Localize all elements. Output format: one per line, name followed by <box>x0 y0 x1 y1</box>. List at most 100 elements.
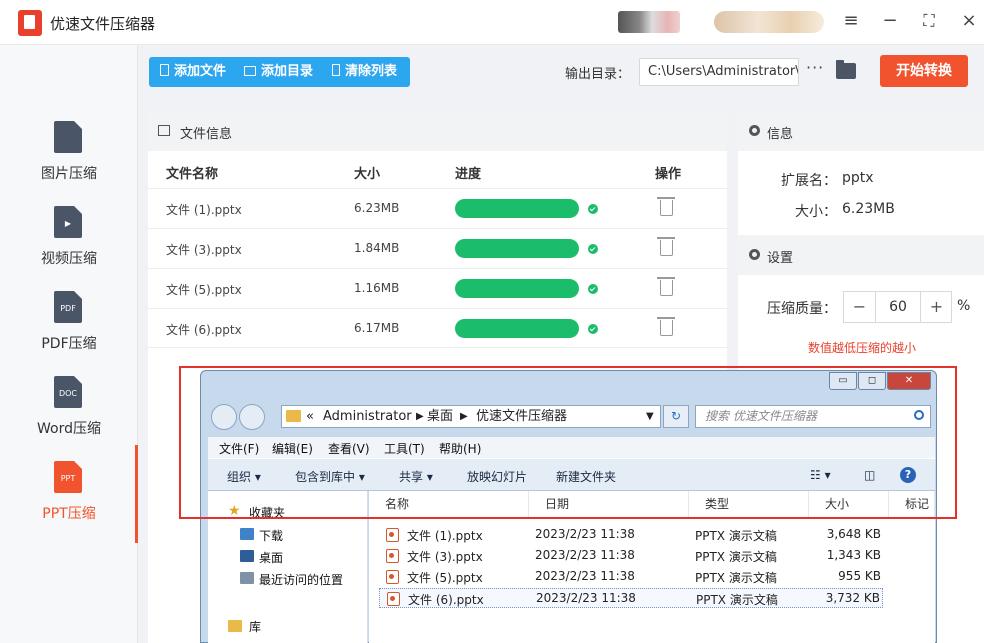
file-type: PPTX 演示文稿 <box>695 550 777 564</box>
sidebar-item-image[interactable]: 图片压缩 <box>0 121 138 206</box>
file-date: 2023/2/23 11:38 <box>536 591 636 605</box>
sidebar-item-label: PDF压缩 <box>41 336 97 352</box>
gear-icon <box>749 249 760 260</box>
file-row[interactable]: 文件 (6).pptx 2023/2/23 11:38 PPTX 演示文稿 3,… <box>379 588 883 608</box>
file-date: 2023/2/23 11:38 <box>535 569 635 583</box>
quality-input[interactable]: 60 <box>875 292 921 322</box>
file-type: PPTX 演示文稿 <box>695 571 777 585</box>
progress-bar <box>455 319 579 338</box>
gear-icon <box>749 125 760 136</box>
file-name: 文件 (5).pptx <box>407 571 483 585</box>
progress-bar <box>455 279 579 298</box>
check-icon <box>588 244 598 254</box>
table-row[interactable]: 文件 (6).pptx 6.17MB <box>148 308 727 348</box>
user-name[interactable] <box>714 11 824 33</box>
file-row[interactable]: 文件 (5).pptx 2023/2/23 11:38 PPTX 演示文稿 95… <box>379 567 883 587</box>
sidebar-item-video[interactable]: ▶ 视频压缩 <box>0 206 138 291</box>
minimize-icon[interactable]: − <box>879 10 901 32</box>
file-name: 文件 (6).pptx <box>408 593 484 607</box>
pptx-file-icon <box>386 570 399 584</box>
file-size: 1.84MB <box>354 241 400 255</box>
decrease-button[interactable]: − <box>844 292 875 322</box>
nav-desktop[interactable]: 桌面 <box>259 549 283 566</box>
image-icon <box>158 125 170 136</box>
pptx-file-icon <box>386 528 399 542</box>
trash-icon[interactable] <box>657 197 675 216</box>
file-panel-header: 文件信息 <box>148 111 727 151</box>
trash-icon <box>332 64 340 76</box>
title-bar: 优速文件压缩器 ≡ − ⛶ × <box>0 0 984 45</box>
video-file-icon: ▶ <box>54 206 82 238</box>
sidebar-item-pdf[interactable]: PDF PDF压缩 <box>0 291 138 376</box>
quality-label: 压缩质量： <box>767 301 837 317</box>
close-icon[interactable]: × <box>958 10 980 32</box>
trash-icon[interactable] <box>657 237 675 256</box>
pptx-file-icon <box>387 592 400 606</box>
file-row[interactable]: 文件 (1).pptx 2023/2/23 11:38 PPTX 演示文稿 3,… <box>379 525 883 545</box>
file-row[interactable]: 文件 (3).pptx 2023/2/23 11:38 PPTX 演示文稿 1,… <box>379 546 883 566</box>
file-name: 文件 (6).pptx <box>166 323 242 337</box>
table-row[interactable]: 文件 (3).pptx 1.84MB <box>148 228 727 268</box>
file-type: PPTX 演示文稿 <box>696 593 778 607</box>
nav-recent[interactable]: 最近访问的位置 <box>259 571 343 588</box>
column-header-size: 大小 <box>354 167 381 182</box>
column-header-action: 操作 <box>655 167 682 182</box>
user-avatar[interactable] <box>618 11 680 33</box>
table-row[interactable]: 文件 (1).pptx 6.23MB <box>148 188 727 228</box>
folder-icon <box>244 66 256 76</box>
nav-library[interactable]: 库 <box>249 618 261 635</box>
file-size: 1.16MB <box>354 281 400 295</box>
settings-title: 设置 <box>767 251 794 266</box>
hamburger-icon[interactable]: ≡ <box>840 10 862 32</box>
file-size: 6.17MB <box>354 321 400 335</box>
file-size: 1,343 KB <box>826 548 881 562</box>
size-value: 6.23MB <box>842 201 895 217</box>
check-icon <box>588 324 598 334</box>
output-dir-label: 输出目录： <box>565 67 631 82</box>
file-size: 3,648 KB <box>826 527 881 541</box>
sidebar-item-label: 图片压缩 <box>41 166 97 182</box>
file-toolbar: 添加文件 添加目录 清除列表 <box>149 57 410 87</box>
trash-icon[interactable] <box>657 317 675 336</box>
file-type: PPTX 演示文稿 <box>695 529 777 543</box>
add-file-button[interactable]: 添加文件 <box>160 57 226 87</box>
nav-downloads[interactable]: 下载 <box>259 527 283 544</box>
app-logo-icon <box>18 10 42 36</box>
check-icon <box>588 204 598 214</box>
column-header-progress: 进度 <box>455 167 482 182</box>
more-icon[interactable]: ··· <box>806 58 824 77</box>
add-directory-button[interactable]: 添加目录 <box>244 57 313 87</box>
file-name: 文件 (5).pptx <box>166 283 242 297</box>
file-icon <box>160 64 169 76</box>
highlight-box <box>179 366 957 519</box>
info-title: 信息 <box>767 127 794 142</box>
file-date: 2023/2/23 11:38 <box>535 548 635 562</box>
start-convert-button[interactable]: 开始转换 <box>880 55 968 87</box>
file-date: 2023/2/23 11:38 <box>535 527 635 541</box>
sidebar: 图片压缩 ▶ 视频压缩 PDF PDF压缩 DOC Word压缩 PPT PPT… <box>0 45 138 643</box>
table-row[interactable]: 文件 (5).pptx 1.16MB <box>148 268 727 308</box>
sidebar-item-ppt[interactable]: PPT PPT压缩 <box>0 461 138 546</box>
file-name: 文件 (1).pptx <box>166 203 242 217</box>
open-folder-icon[interactable] <box>836 60 856 79</box>
pptx-file-icon <box>386 549 399 563</box>
info-header: 信息 <box>738 111 984 151</box>
progress-bar <box>455 199 579 218</box>
trash-icon[interactable] <box>657 277 675 296</box>
ext-value: pptx <box>842 170 874 186</box>
maximize-icon[interactable]: ⛶ <box>918 10 940 32</box>
increase-button[interactable]: + <box>921 292 952 322</box>
sidebar-item-label: Word压缩 <box>37 421 101 437</box>
quality-stepper[interactable]: − 60 + <box>843 291 952 323</box>
percent-sign: % <box>957 298 971 314</box>
downloads-icon <box>240 528 254 540</box>
sidebar-item-word[interactable]: DOC Word压缩 <box>0 376 138 461</box>
recent-places-icon <box>240 572 254 584</box>
output-dir-input[interactable]: C:\Users\Administrator\ <box>639 58 799 86</box>
sidebar-item-label: 视频压缩 <box>41 251 97 267</box>
clear-list-button[interactable]: 清除列表 <box>332 57 397 87</box>
file-panel-title: 文件信息 <box>180 127 233 142</box>
desktop-icon <box>240 550 254 562</box>
file-size: 3,732 KB <box>825 591 880 605</box>
file-name: 文件 (3).pptx <box>166 243 242 257</box>
